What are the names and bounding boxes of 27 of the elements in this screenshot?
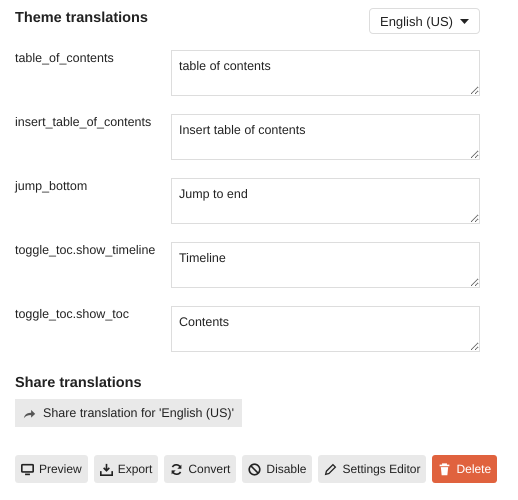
translation-key: toggle_toc.show_toc <box>15 298 171 362</box>
translation-field[interactable]: table of contents <box>171 50 480 96</box>
section-title: Theme translations <box>15 10 148 26</box>
translation-key: jump_bottom <box>15 170 171 234</box>
download-icon <box>100 462 113 476</box>
translation-field[interactable]: Jump to end <box>171 178 480 224</box>
share-button[interactable]: Share translation for 'English (US)' <box>15 399 242 427</box>
language-dropdown[interactable]: English (US) <box>369 8 480 34</box>
action-button[interactable]: Preview <box>15 455 88 483</box>
action-button[interactable]: Settings Editor <box>318 455 426 483</box>
action-button[interactable]: Convert <box>164 455 236 483</box>
trash-icon <box>438 462 452 476</box>
ban-icon <box>248 462 262 476</box>
section-title: Share translations <box>15 375 143 391</box>
pencil-icon <box>324 462 338 476</box>
translation-key: table_of_contents <box>15 42 171 106</box>
refresh-icon <box>170 462 184 476</box>
translation-field[interactable]: Timeline <box>171 242 480 288</box>
delete-button[interactable]: Delete <box>432 455 498 483</box>
translation-key: insert_table_of_contents <box>15 106 171 170</box>
translation-field[interactable]: Contents <box>171 306 480 352</box>
action-button[interactable]: Export <box>94 455 158 483</box>
translation-key: toggle_toc.show_timeline <box>15 234 171 298</box>
caret-icon <box>460 18 469 24</box>
translation-field[interactable]: Insert table of contents <box>171 114 480 160</box>
monitor-icon <box>21 462 34 476</box>
action-button[interactable]: Disable <box>242 455 312 483</box>
